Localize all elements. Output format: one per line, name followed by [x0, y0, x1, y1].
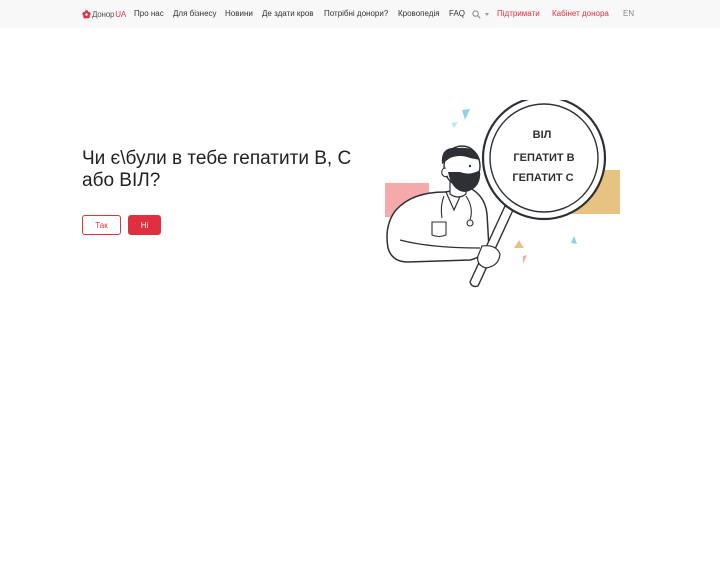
teal-shard — [451, 122, 458, 128]
pink-shard — [523, 255, 527, 264]
hand — [477, 245, 501, 269]
nav-item-donors-needed[interactable]: Потрібні донори? — [324, 8, 388, 20]
lens-line-hepatitis-b: ГЕПАТИТ В — [513, 152, 574, 164]
nav-item-bloodpedia[interactable]: Кровопедія — [398, 8, 440, 20]
language-switch[interactable]: EN — [623, 8, 634, 20]
nav-item-donate-location[interactable]: Де здати кров — [262, 8, 314, 20]
nav-item-about[interactable]: Про нас — [134, 8, 164, 20]
eye — [468, 164, 472, 168]
question-heading: Чи є\були в тебе гепатити B, C або ВІЛ? — [82, 148, 352, 191]
yes-button[interactable]: Так — [82, 215, 121, 235]
donor-cabinet-link[interactable]: Кабінет донора — [552, 8, 609, 20]
teal-shard — [462, 109, 470, 120]
doctor-magnifier-illustration: ВІЛ ГЕПАТИТ В ГЕПАТИТ С — [385, 100, 620, 288]
nav-item-news[interactable]: Новини — [225, 8, 253, 20]
nav-item-business[interactable]: Для бізнесу — [173, 8, 217, 20]
caret-down-icon[interactable] — [485, 13, 489, 16]
gold-triangle — [514, 240, 524, 248]
nav-item-faq[interactable]: FAQ — [449, 8, 465, 20]
support-link[interactable]: Підтримати — [497, 8, 540, 20]
site-logo[interactable]: Донор UA — [82, 8, 126, 20]
pocket — [431, 221, 447, 238]
flower-logo-icon — [82, 9, 91, 18]
navbar: Донор UA Про нас Для бізнесу Новини Де зд… — [0, 0, 720, 28]
search-icon[interactable] — [472, 10, 481, 19]
teal-shard — [571, 236, 577, 244]
logo-text-prefix: Донор — [92, 9, 115, 19]
logo-text-suffix: UA — [115, 9, 126, 19]
lens-line-hiv: ВІЛ — [533, 129, 552, 141]
no-button[interactable]: Ні — [128, 215, 161, 235]
lens-line-hepatitis-c: ГЕПАТИТ С — [512, 172, 573, 184]
stethoscope-bell — [466, 219, 474, 227]
